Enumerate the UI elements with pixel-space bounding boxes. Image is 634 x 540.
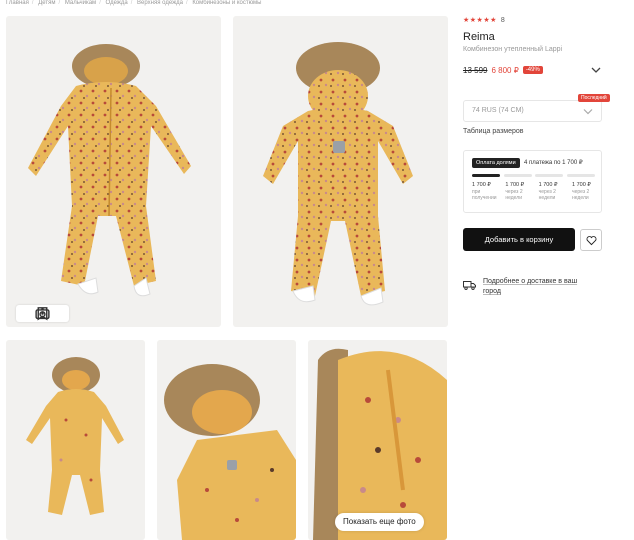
delivery-link[interactable]: Подробнее о доставке в ваш город — [483, 277, 593, 297]
more-options-icon[interactable] — [41, 307, 66, 320]
installment-amount: 1 700 ₽ — [571, 182, 591, 188]
chevron-down-icon[interactable] — [590, 66, 602, 74]
installment-bar-3 — [535, 174, 564, 177]
installment-payment-1: 1 700 ₽ при получении — [472, 182, 502, 201]
installment-when: через 2 недели — [505, 189, 523, 201]
size-chevron-down-icon — [583, 109, 593, 115]
avito-logo-icon — [529, 503, 550, 524]
installment-payment-3: 1 700 ₽ через 2 недели — [539, 182, 569, 201]
add-to-cart-button[interactable]: Добавить в корзину — [463, 228, 575, 251]
product-photo-front[interactable] — [6, 16, 221, 327]
size-select[interactable]: 74 RUS (74 CM) — [463, 100, 602, 122]
product-thumb-2[interactable] — [157, 340, 296, 540]
favorite-button[interactable] — [580, 229, 602, 251]
installment-when: через 2 недели — [538, 189, 556, 201]
installment-summary: 4 платежа по 1 700 ₽ — [524, 160, 583, 166]
installment-schedule: 1 700 ₽ при получении 1 700 ₽ через 2 не… — [472, 182, 602, 201]
installment-tag: Оплата долями — [472, 158, 520, 168]
breadcrumb-item-clothes[interactable]: Одежда — [106, 0, 128, 6]
truck-icon — [463, 281, 476, 290]
installment-bar-4 — [566, 174, 595, 177]
snowsuit-thumb-front-image — [26, 357, 124, 515]
product-name: Комбинезон утепленный Lappi — [463, 46, 563, 53]
installment-progress — [472, 174, 595, 177]
installment-when: при получении — [472, 189, 497, 201]
breadcrumb-item-boys[interactable]: Мальчикам — [65, 0, 96, 6]
breadcrumb: Главная / Детям / Мальчикам / Одежда / Верхн… — [6, 0, 262, 6]
avito-watermark — [526, 500, 552, 526]
installment-payment-2: 1 700 ₽ через 2 недели — [505, 182, 535, 201]
show-more-photos-button[interactable]: Показать еще фото — [335, 513, 424, 531]
installment-amount: 1 700 ₽ — [505, 182, 525, 188]
rating-stars: ★★★★★ — [463, 17, 497, 24]
last-item-badge: Последний — [578, 94, 610, 102]
product-rating[interactable]: ★★★★★ 8 — [463, 15, 505, 25]
installment-amount: 1 700 ₽ — [538, 182, 558, 188]
product-thumb-3[interactable] — [308, 340, 447, 540]
installment-payment-4: 1 700 ₽ через 2 недели — [572, 182, 602, 201]
product-photo-back[interactable] — [233, 16, 448, 327]
snowsuit-back-image — [263, 42, 413, 306]
discount-badge: -49% — [522, 66, 543, 74]
current-price: 6 800 ₽ — [491, 65, 519, 75]
installment-bar-2 — [503, 174, 532, 177]
heart-icon — [586, 236, 597, 246]
photo-tools — [16, 305, 69, 322]
product-brand[interactable]: Reima — [463, 31, 495, 43]
old-price: 13 599 — [463, 65, 488, 75]
breadcrumb-item-home[interactable]: Главная — [6, 0, 29, 6]
installment-when: через 2 недели — [571, 189, 590, 201]
snowsuit-thumb-hood-image — [164, 364, 296, 540]
size-table-link[interactable]: Таблица размеров — [463, 128, 524, 135]
snowsuit-thumb-detail-image — [313, 348, 447, 540]
breadcrumb-item-overalls[interactable]: Комбинезоны и костюмы — [192, 0, 261, 6]
price-block: 13 599 6 800 ₽ -49% — [463, 64, 543, 76]
breadcrumb-item-outerwear[interactable]: Верхняя одежда — [137, 0, 183, 6]
delivery-info[interactable]: Подробнее о доставке в ваш город — [463, 277, 593, 297]
installment-amount: 1 700 ₽ — [472, 182, 491, 188]
installment-widget[interactable]: Оплата долями 4 платежа по 1 700 ₽ 1 700… — [463, 150, 602, 213]
installment-bar-1 — [472, 174, 500, 177]
snowsuit-front-image — [28, 44, 191, 297]
breadcrumb-item-kids[interactable]: Детям — [38, 0, 55, 6]
size-selected-value: 74 RUS (74 CM) — [472, 107, 524, 114]
product-thumb-1[interactable] — [6, 340, 145, 540]
rating-count: 8 — [500, 16, 505, 24]
